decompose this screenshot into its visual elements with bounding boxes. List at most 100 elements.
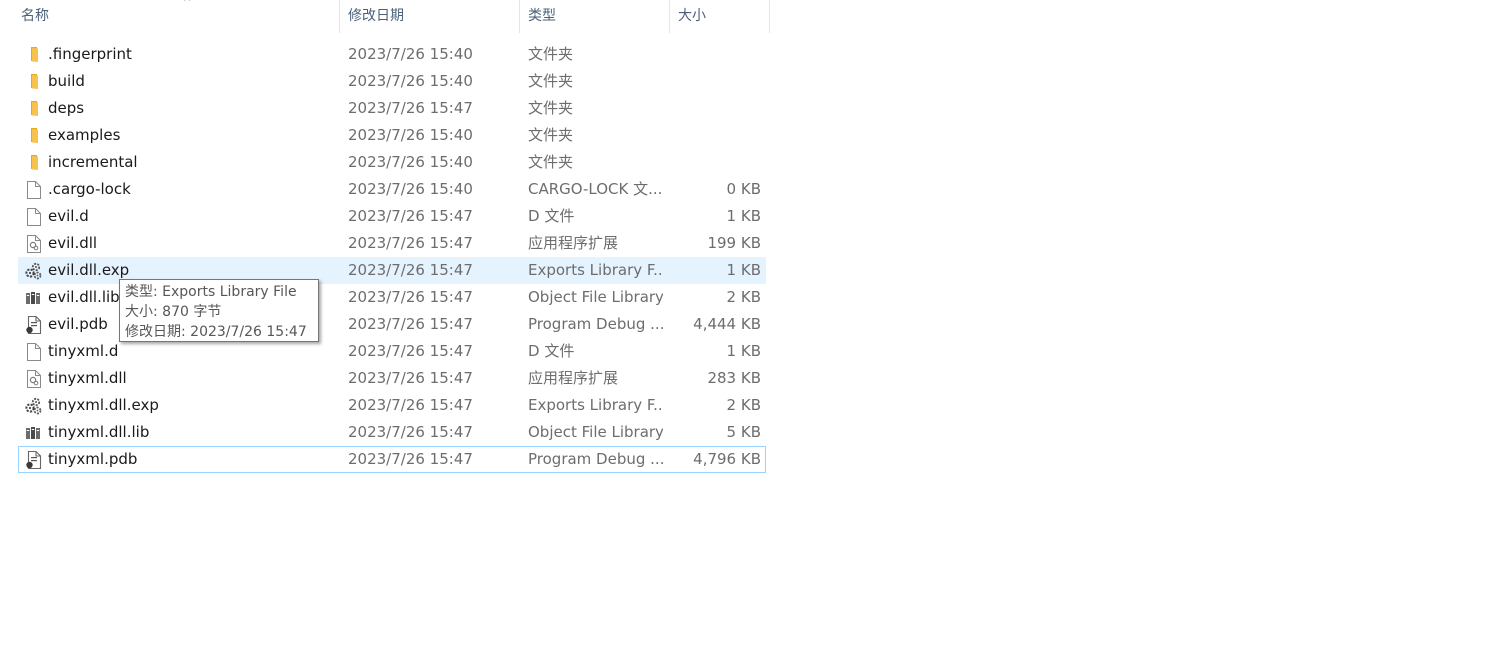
file-size: 1 KB xyxy=(726,342,761,360)
file-type: CARGO-LOCK 文... xyxy=(528,180,663,198)
file-modified-date: 2023/7/26 15:47 xyxy=(348,342,473,360)
folder-icon xyxy=(24,72,44,92)
tooltip-modified-line: 修改日期: 2023/7/26 15:47 xyxy=(125,324,307,340)
file-modified-date: 2023/7/26 15:47 xyxy=(348,261,473,279)
file-name: tinyxml.d xyxy=(48,342,119,360)
file-modified-date: 2023/7/26 15:47 xyxy=(348,288,473,306)
file-type: Exports Library F... xyxy=(528,396,663,414)
file-type: 应用程序扩展 xyxy=(528,369,619,387)
blank-file-icon xyxy=(24,207,44,227)
file-row[interactable]: evil.dll 2023/7/26 15:47 应用程序扩展 199 KB xyxy=(18,230,766,257)
file-row[interactable]: deps 2023/7/26 15:47 文件夹 xyxy=(18,95,766,122)
lib-file-icon xyxy=(24,423,44,443)
file-row[interactable]: tinyxml.dll 2023/7/26 15:47 应用程序扩展 283 KB xyxy=(18,365,766,392)
column-header-name-label: 名称 xyxy=(21,8,49,24)
file-modified-date: 2023/7/26 15:40 xyxy=(348,45,473,63)
file-row[interactable]: .fingerprint 2023/7/26 15:40 文件夹 xyxy=(18,41,766,68)
pdb-file-icon xyxy=(24,315,44,335)
blank-file-icon xyxy=(24,180,44,200)
file-modified-date: 2023/7/26 15:47 xyxy=(348,234,473,252)
file-modified-date: 2023/7/26 15:47 xyxy=(348,99,473,117)
dll-file-icon xyxy=(24,369,44,389)
file-modified-date: 2023/7/26 15:40 xyxy=(348,153,473,171)
file-name: tinyxml.dll.lib xyxy=(48,423,150,441)
column-header-type[interactable]: 类型 xyxy=(520,0,670,33)
file-type: Program Debug ... xyxy=(528,315,663,333)
column-header-modified[interactable]: 修改日期 xyxy=(340,0,520,33)
file-modified-date: 2023/7/26 15:47 xyxy=(348,450,473,468)
file-modified-date: 2023/7/26 15:40 xyxy=(348,72,473,90)
file-type: Object File Library xyxy=(528,423,663,441)
file-row[interactable]: tinyxml.pdb 2023/7/26 15:47 Program Debug … xyxy=(18,446,766,473)
file-size xyxy=(671,69,761,94)
file-info-tooltip: 类型: Exports Library File 大小: 870 字节 修改日期… xyxy=(119,279,319,342)
file-size: 0 KB xyxy=(726,180,761,198)
file-name: tinyxml.pdb xyxy=(48,450,138,468)
file-type: 文件夹 xyxy=(528,153,574,171)
file-size xyxy=(671,150,761,175)
file-type: 应用程序扩展 xyxy=(528,234,619,252)
file-name: .fingerprint xyxy=(48,45,132,63)
file-type: Program Debug ... xyxy=(528,450,663,468)
file-row[interactable]: tinyxml.dll.exp 2023/7/26 15:47 Exports Li… xyxy=(18,392,766,419)
exp-file-icon xyxy=(24,396,44,416)
file-size xyxy=(671,42,761,67)
file-size xyxy=(671,123,761,148)
file-row[interactable]: build 2023/7/26 15:40 文件夹 xyxy=(18,68,766,95)
file-modified-date: 2023/7/26 15:40 xyxy=(348,126,473,144)
file-size: 5 KB xyxy=(726,423,761,441)
file-modified-date: 2023/7/26 15:47 xyxy=(348,207,473,225)
file-modified-date: 2023/7/26 15:40 xyxy=(348,180,473,198)
file-size: 1 KB xyxy=(726,207,761,225)
file-size: 2 KB xyxy=(726,396,761,414)
file-row[interactable]: tinyxml.dll.lib 2023/7/26 15:47 Object Fil… xyxy=(18,419,766,446)
file-type: 文件夹 xyxy=(528,45,574,63)
file-size: 199 KB xyxy=(707,234,761,252)
file-size: 2 KB xyxy=(726,288,761,306)
folder-icon xyxy=(24,153,44,173)
folder-icon xyxy=(24,45,44,65)
pdb-file-icon xyxy=(24,450,44,470)
file-size: 283 KB xyxy=(707,369,761,387)
tooltip-size-line: 大小: 870 字节 xyxy=(125,304,222,320)
lib-file-icon xyxy=(24,288,44,308)
file-name: tinyxml.dll.exp xyxy=(48,396,159,414)
column-header-size-label: 大小 xyxy=(678,8,706,24)
file-type: D 文件 xyxy=(528,342,575,360)
file-size: 1 KB xyxy=(726,261,761,279)
file-size xyxy=(671,96,761,121)
file-size: 4,796 KB xyxy=(693,450,761,468)
file-modified-date: 2023/7/26 15:47 xyxy=(348,315,473,333)
folder-icon xyxy=(24,126,44,146)
column-header-type-label: 类型 xyxy=(528,8,556,24)
file-modified-date: 2023/7/26 15:47 xyxy=(348,423,473,441)
column-header-bar: 名称 ^ 修改日期 类型 大小 xyxy=(0,0,770,33)
file-size: 4,444 KB xyxy=(693,315,761,333)
file-explorer: 名称 ^ 修改日期 类型 大小 .fingerprint 2023/7/26 15… xyxy=(0,0,1501,651)
folder-icon xyxy=(24,99,44,119)
file-name: evil.dll xyxy=(48,234,98,252)
file-row[interactable]: .cargo-lock 2023/7/26 15:40 CARGO-LOCK 文..… xyxy=(18,176,766,203)
file-type: D 文件 xyxy=(528,207,575,225)
column-header-name[interactable]: 名称 ^ xyxy=(13,0,340,33)
file-type: 文件夹 xyxy=(528,126,574,144)
file-row[interactable]: tinyxml.d 2023/7/26 15:47 D 文件 1 KB xyxy=(18,338,766,365)
file-modified-date: 2023/7/26 15:47 xyxy=(348,396,473,414)
file-name: .cargo-lock xyxy=(48,180,131,198)
file-row[interactable]: incremental 2023/7/26 15:40 文件夹 xyxy=(18,149,766,176)
dll-file-icon xyxy=(24,234,44,254)
file-list: .fingerprint 2023/7/26 15:40 文件夹 build 2023/… xyxy=(18,41,766,473)
file-name: tinyxml.dll xyxy=(48,369,127,387)
file-modified-date: 2023/7/26 15:47 xyxy=(348,369,473,387)
file-name: incremental xyxy=(48,153,138,171)
column-header-size[interactable]: 大小 xyxy=(670,0,770,33)
sort-ascending-icon: ^ xyxy=(183,0,192,8)
file-type: Object File Library xyxy=(528,288,663,306)
file-name: build xyxy=(48,72,85,90)
tooltip-type-line: 类型: Exports Library File xyxy=(125,284,297,300)
blank-file-icon xyxy=(24,342,44,362)
file-type: Exports Library F... xyxy=(528,261,663,279)
file-row[interactable]: examples 2023/7/26 15:40 文件夹 xyxy=(18,122,766,149)
file-row[interactable]: evil.d 2023/7/26 15:47 D 文件 1 KB xyxy=(18,203,766,230)
file-type: 文件夹 xyxy=(528,99,574,117)
